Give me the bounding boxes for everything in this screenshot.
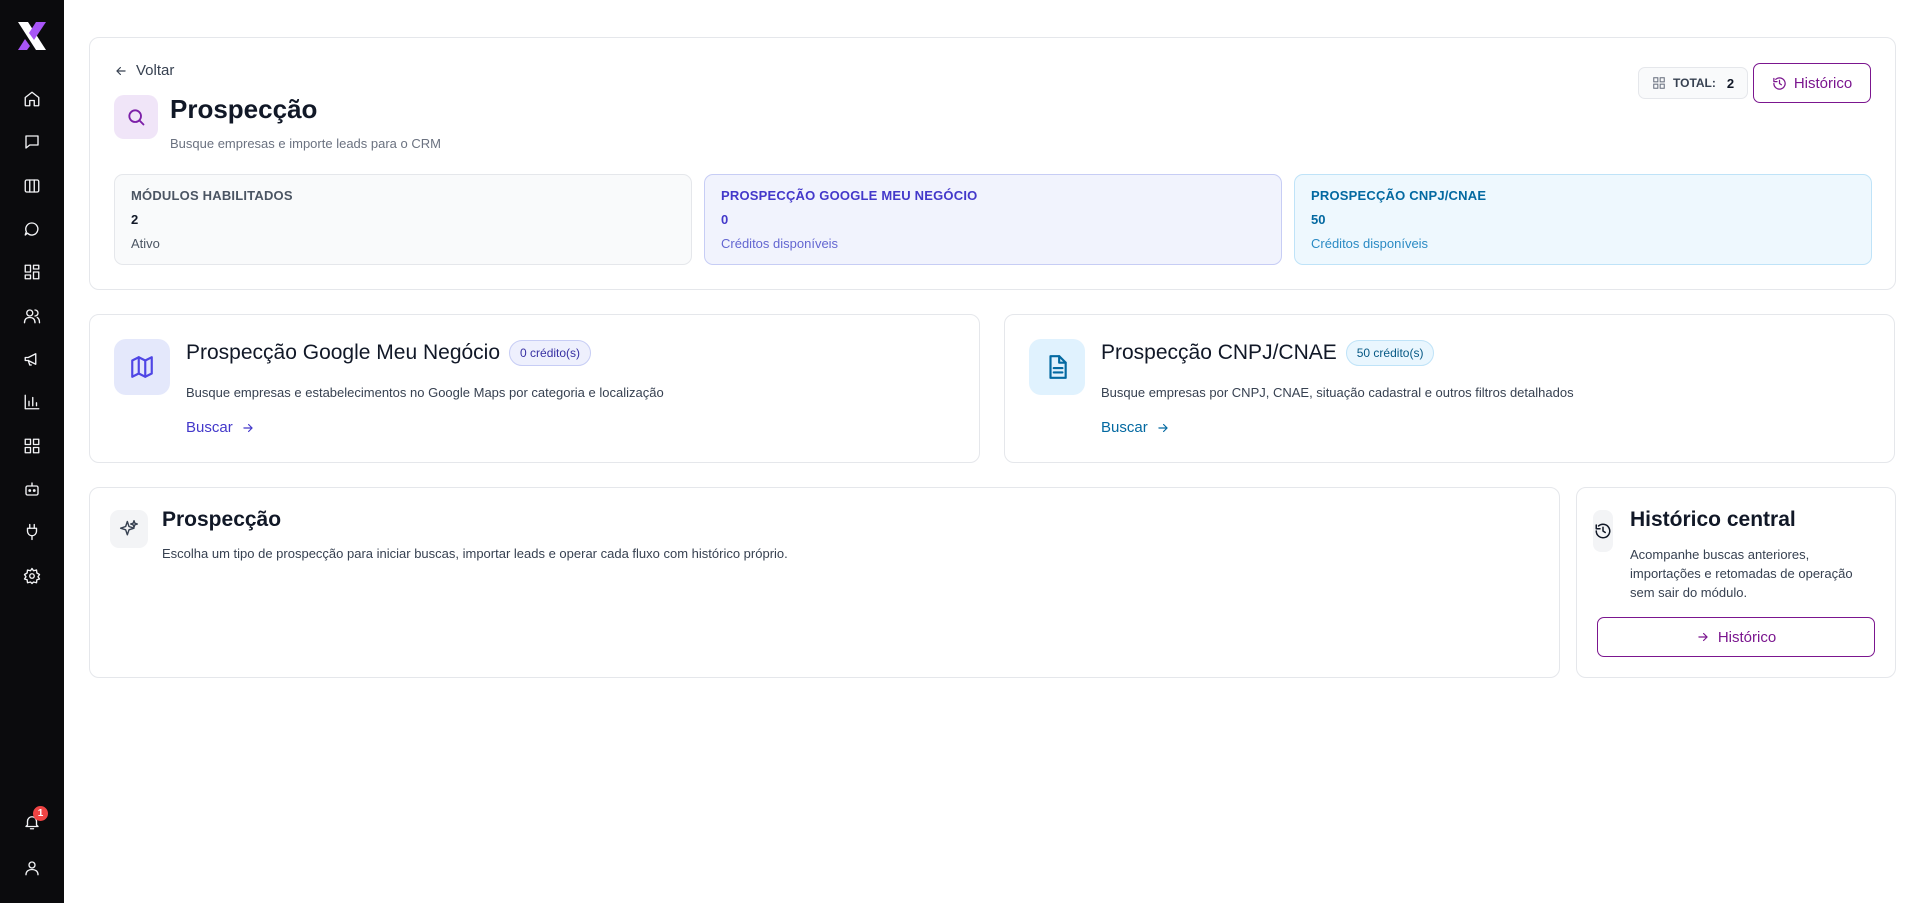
- history-central-button-label: Histórico: [1717, 628, 1777, 646]
- notification-badge: 1: [33, 806, 48, 821]
- stat-modules-enabled: MÓDULOS HABILITADOS 2 Ativo: [114, 174, 692, 265]
- module-title: Prospecção Google Meu Negócio: [186, 341, 501, 364]
- back-label: Voltar: [136, 62, 175, 79]
- stat-value: 0: [721, 212, 729, 227]
- arrow-right-icon: [1158, 423, 1168, 432]
- stat-label: PROSPECÇÃO CNPJ/CNAE: [1311, 188, 1487, 203]
- module-card-cnpj[interactable]: Prospecção CNPJ/CNAE 50 crédito(s) Busqu…: [1004, 314, 1895, 463]
- bar-chart-icon[interactable]: [20, 390, 44, 414]
- module-description: Busque empresas e estabelecimentos no Go…: [186, 385, 664, 400]
- users-icon[interactable]: [20, 304, 44, 328]
- stat-label: PROSPECÇÃO GOOGLE MEU NEGÓCIO: [721, 188, 978, 203]
- apps-icon[interactable]: [20, 434, 44, 458]
- history-central-description: Acompanhe buscas anteriores, importações…: [1630, 547, 1853, 600]
- grid-icon: [1653, 77, 1665, 89]
- arrow-left-icon: [116, 66, 126, 75]
- plug-icon[interactable]: [20, 520, 44, 544]
- stat-label: MÓDULOS HABILITADOS: [131, 188, 293, 203]
- history-button[interactable]: Histórico: [1753, 63, 1871, 103]
- columns-icon[interactable]: [20, 174, 44, 198]
- total-badge: TOTAL: 2: [1638, 67, 1749, 99]
- stat-cnpj-credits: PROSPECÇÃO CNPJ/CNAE 50 Créditos disponí…: [1294, 174, 1872, 265]
- document-icon: [1029, 339, 1085, 395]
- prospection-info-card: Prospecção Escolha um tipo de prospecção…: [89, 487, 1560, 678]
- stat-sub: Créditos disponíveis: [1311, 236, 1429, 251]
- stat-google-credits: PROSPECÇÃO GOOGLE MEU NEGÓCIO 0 Créditos…: [704, 174, 1282, 265]
- module-title: Prospecção CNPJ/CNAE: [1101, 341, 1337, 364]
- history-icon: [1773, 76, 1786, 90]
- megaphone-icon[interactable]: [20, 347, 44, 371]
- stat-value: 50: [1311, 212, 1326, 227]
- info-description: Escolha um tipo de prospecção para inici…: [162, 546, 788, 561]
- user-icon[interactable]: [20, 856, 44, 880]
- gear-icon[interactable]: [20, 564, 44, 588]
- history-icon: [1593, 510, 1613, 552]
- page-subtitle: Busque empresas e importe leads para o C…: [170, 136, 441, 151]
- history-button-label: Histórico: [1793, 74, 1853, 92]
- history-central-button[interactable]: Histórico: [1597, 617, 1875, 657]
- module-card-google[interactable]: Prospecção Google Meu Negócio 0 crédito(…: [89, 314, 980, 463]
- home-icon[interactable]: [20, 87, 44, 111]
- bot-icon[interactable]: [20, 477, 44, 501]
- back-link[interactable]: Voltar: [114, 62, 174, 79]
- credits-chip: 0 crédito(s): [509, 340, 592, 366]
- module-link-label: Buscar: [1101, 419, 1148, 436]
- grid-icon[interactable]: [20, 260, 44, 284]
- map-icon: [114, 339, 170, 395]
- chat-bubble-icon[interactable]: [20, 217, 44, 241]
- header-card: Voltar Prospecção Busque empresas e impo…: [89, 37, 1896, 290]
- stat-value: 2: [131, 212, 139, 227]
- sparkles-icon: [110, 510, 148, 548]
- search-google-link[interactable]: Buscar: [186, 419, 255, 436]
- stat-sub: Créditos disponíveis: [721, 236, 839, 251]
- history-central-title: Histórico central: [1630, 508, 1796, 531]
- search-cnpj-link[interactable]: Buscar: [1101, 419, 1170, 436]
- message-square-icon[interactable]: [20, 130, 44, 154]
- total-label: TOTAL:: [1673, 76, 1716, 90]
- history-central-card: Histórico central Acompanhe buscas anter…: [1576, 487, 1896, 678]
- page-title: Prospecção: [170, 94, 318, 124]
- search-icon: [114, 95, 158, 139]
- stat-sub: Ativo: [131, 236, 160, 251]
- module-link-label: Buscar: [186, 419, 233, 436]
- credits-chip: 50 crédito(s): [1345, 340, 1435, 366]
- module-description: Busque empresas por CNPJ, CNAE, situação…: [1101, 385, 1574, 400]
- info-title: Prospecção: [162, 508, 282, 531]
- arrow-right-icon: [1698, 632, 1708, 642]
- sidebar: 1: [0, 0, 64, 903]
- total-value: 2: [1726, 75, 1735, 91]
- brand-x-logo[interactable]: [14, 18, 50, 54]
- arrow-right-icon: [243, 423, 253, 432]
